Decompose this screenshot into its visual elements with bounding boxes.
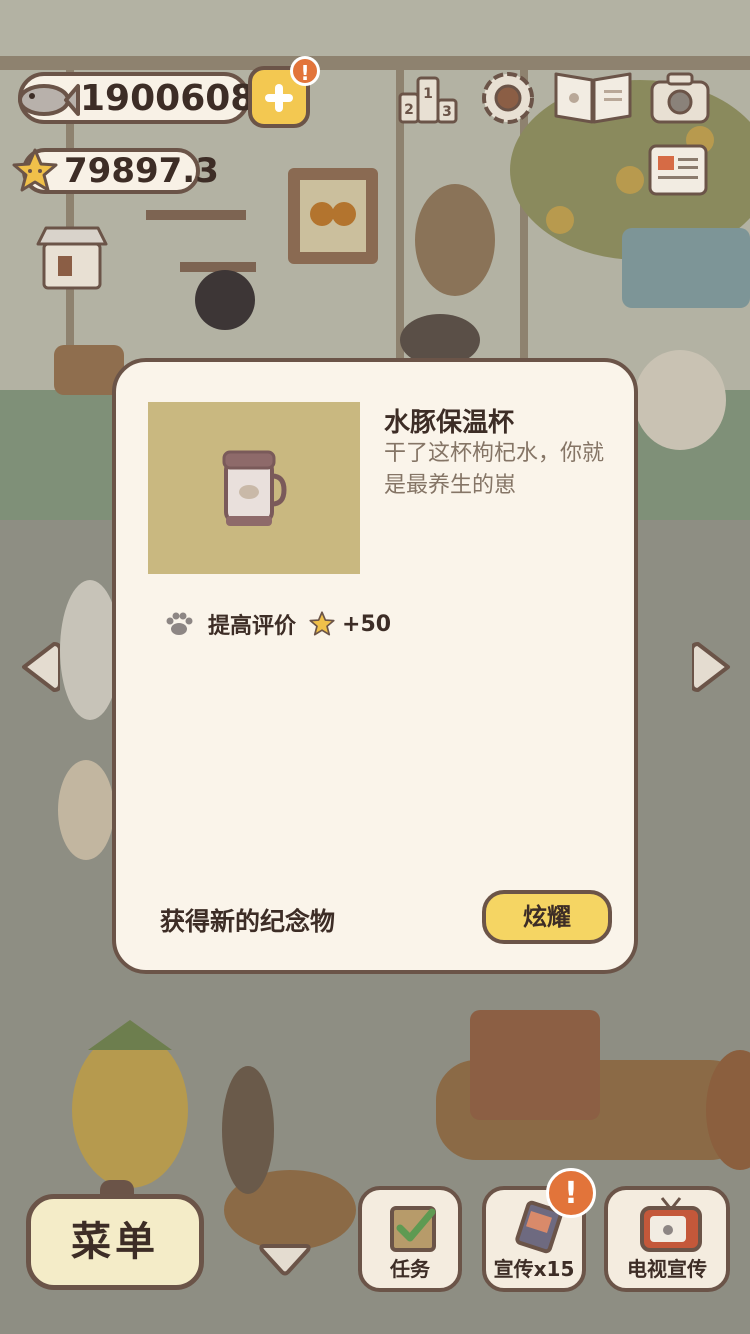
menu-button[interactable]: 菜单 [26, 1194, 204, 1290]
tasks-label: 任务 [390, 1257, 430, 1281]
star-count: 79897.3 [64, 151, 219, 191]
star-icon [12, 148, 58, 192]
gear-icon[interactable] [476, 66, 540, 130]
tv-promotion-label: 电视宣传 [627, 1257, 707, 1281]
show-off-button[interactable]: 炫耀 [482, 890, 612, 944]
chevron-down-icon[interactable] [258, 1240, 312, 1278]
shop-icon[interactable] [32, 222, 112, 294]
newspaper-icon[interactable] [646, 140, 710, 200]
effect-value: +50 [342, 611, 392, 637]
alert-badge: ! [290, 56, 320, 86]
paw-icon [166, 612, 193, 635]
tv-promotion-button[interactable]: 电视宣传 [604, 1186, 730, 1292]
fish-icon [18, 84, 80, 116]
new-souvenir-text: 获得新的纪念物 [160, 907, 336, 936]
tv-icon [640, 1197, 702, 1252]
item-image [148, 402, 360, 574]
svg-text:3: 3 [442, 104, 452, 120]
item-name: 水豚保温杯 [384, 408, 515, 438]
thermos-cup-icon [222, 450, 287, 526]
promotion-label: 宣传x15 [493, 1257, 575, 1281]
item-description: 干了这杯枸杞水，你就是最养生的崽 [384, 441, 605, 498]
ranking-icon[interactable]: 2 1 3 [396, 70, 460, 128]
next-arrow-button[interactable] [692, 638, 736, 696]
svg-text:1: 1 [423, 86, 433, 102]
paw-book-icon[interactable] [552, 66, 634, 128]
effect-row: 提高评价 +50 [164, 608, 391, 640]
tasks-button[interactable]: 任务 [358, 1186, 462, 1292]
checklist-icon [390, 1206, 436, 1252]
star-icon [309, 611, 335, 636]
effect-label: 提高评价 [208, 614, 297, 639]
svg-text:2: 2 [404, 102, 414, 118]
promotion-alert-badge: ! [546, 1168, 596, 1218]
camera-icon[interactable] [648, 68, 712, 128]
souvenir-popup: 水豚保温杯 干了这杯枸杞水，你就是最养生的崽 提高评价 +50 获得新的纪念物 … [112, 358, 638, 974]
previous-arrow-button[interactable] [16, 638, 60, 696]
